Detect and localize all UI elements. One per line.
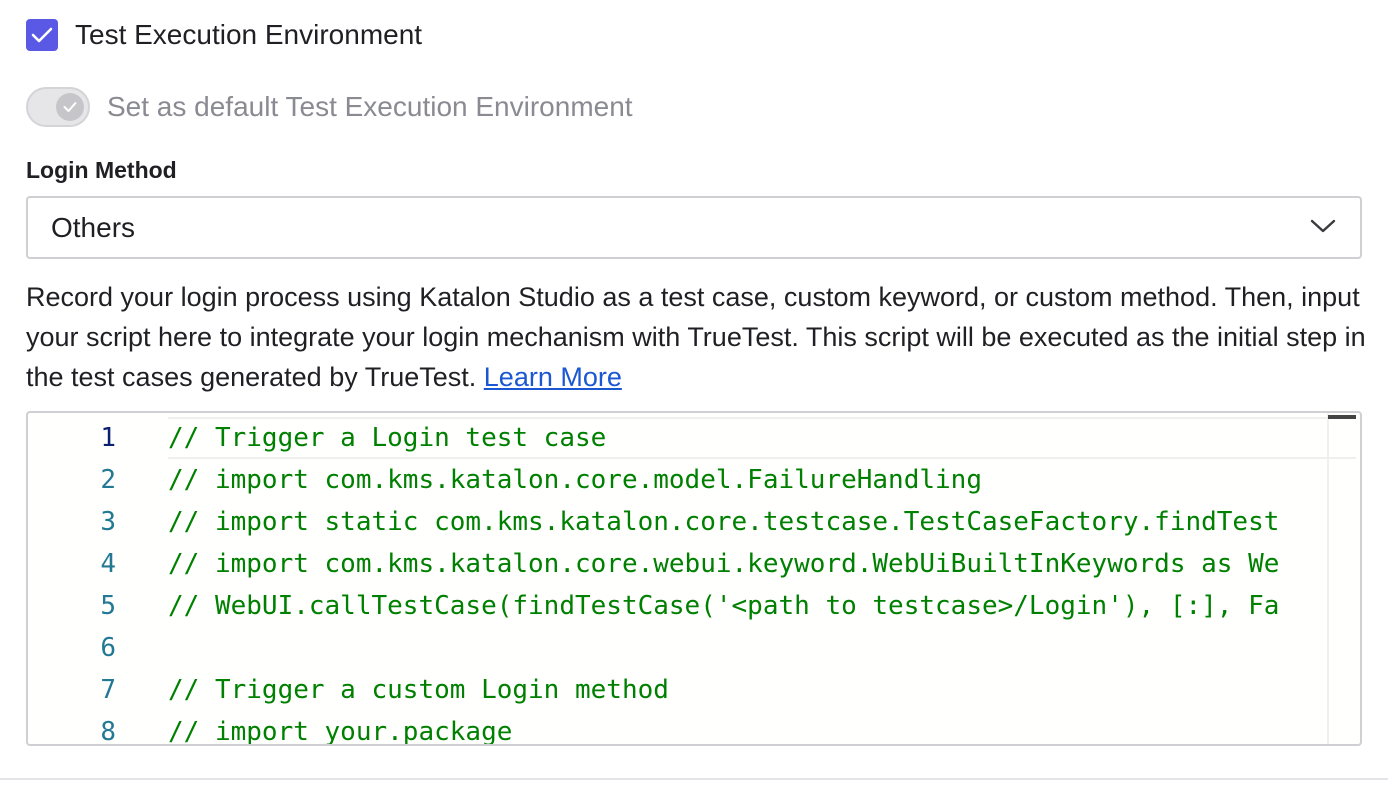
check-icon <box>63 102 77 112</box>
line-number: 1 <box>100 423 116 453</box>
test-execution-environment-checkbox[interactable] <box>26 19 58 51</box>
code-line[interactable]: 2 // import com.kms.katalon.core.model.Fa… <box>28 459 1360 501</box>
toggle-knob <box>56 93 84 121</box>
check-icon <box>31 27 53 43</box>
learn-more-link[interactable]: Learn More <box>484 362 622 392</box>
code-line[interactable]: 6 <box>28 627 1360 669</box>
default-environment-toggle[interactable] <box>26 87 90 127</box>
line-code[interactable]: // import com.kms.katalon.core.model.Fai… <box>168 459 982 501</box>
default-environment-label: Set as default Test Execution Environmen… <box>107 91 633 122</box>
line-code[interactable]: // import static com.kms.katalon.core.te… <box>168 501 1279 543</box>
line-number: 7 <box>100 675 116 705</box>
test-execution-environment-label: Test Execution Environment <box>75 19 423 50</box>
line-code[interactable]: // import your.package <box>168 711 512 744</box>
login-method-label: Login Method <box>26 157 177 183</box>
line-code[interactable]: // Trigger a Login test case <box>168 417 606 459</box>
line-number: 5 <box>100 591 116 621</box>
line-number: 6 <box>100 633 116 663</box>
login-description: Record your login process using Katalon … <box>26 277 1366 397</box>
login-settings-panel: Test Execution Environment Set as defaul… <box>0 0 1388 792</box>
line-number: 3 <box>100 507 116 537</box>
code-line[interactable]: 5 // WebUI.callTestCase(findTestCase('<pa… <box>28 585 1360 627</box>
line-code[interactable]: // Trigger a custom Login method <box>168 669 669 711</box>
code-line[interactable]: 1 // Trigger a Login test case <box>28 417 1360 459</box>
line-code[interactable]: // WebUI.callTestCase(findTestCase('<pat… <box>168 585 1279 627</box>
test-execution-environment-row[interactable]: Test Execution Environment <box>26 19 422 51</box>
code-line[interactable]: 4 // import com.kms.katalon.core.webui.ke… <box>28 543 1360 585</box>
login-method-value: Others <box>51 211 136 243</box>
code-line[interactable]: 3 // import static com.kms.katalon.core.t… <box>28 501 1360 543</box>
line-number: 2 <box>100 465 116 495</box>
overview-ruler <box>1327 413 1329 744</box>
code-line[interactable]: 8 // import your.package <box>28 711 1360 746</box>
login-description-text: Record your login process using Katalon … <box>26 282 1366 392</box>
login-script-editor[interactable]: 1 // Trigger a Login test case 2 // import … <box>26 411 1362 746</box>
login-method-select[interactable]: Others <box>26 196 1362 259</box>
chevron-down-icon <box>1310 219 1336 233</box>
line-code[interactable]: // import com.kms.katalon.core.webui.key… <box>168 543 1279 585</box>
default-environment-row: Set as default Test Execution Environmen… <box>26 87 633 127</box>
overview-ruler-cursor[interactable] <box>1328 415 1356 419</box>
section-divider <box>0 778 1388 780</box>
line-number: 8 <box>100 717 116 746</box>
code-line[interactable]: 7 // Trigger a custom Login method <box>28 669 1360 711</box>
line-number: 4 <box>100 549 116 579</box>
